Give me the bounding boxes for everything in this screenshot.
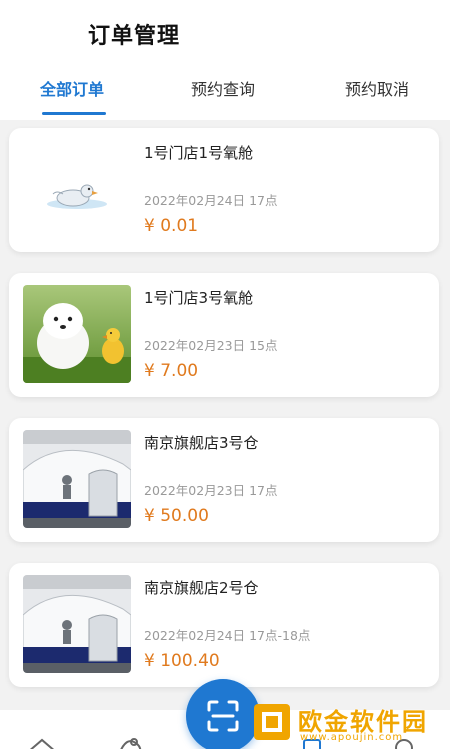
home-icon[interactable] xyxy=(26,736,58,749)
active-tab-indicator xyxy=(42,112,106,115)
toy-duck-image xyxy=(23,140,131,238)
order-card[interactable]: 南京旗舰店2号仓 2022年02月24日 17点-18点 ¥ 100.40 xyxy=(9,563,439,687)
watermark-url: www.apoujin.com xyxy=(300,732,404,743)
tab-booking-query[interactable]: 预约查询 xyxy=(191,76,255,100)
link-icon[interactable] xyxy=(116,736,146,749)
header: 订单管理 全部订单 预约查询 预约取消 xyxy=(0,0,450,120)
tab-bar: 全部订单 预约查询 预约取消 xyxy=(0,76,450,116)
order-date: 2022年02月24日 17点-18点 xyxy=(144,628,311,643)
watermark-logo: 欧金软件园 www.apoujin.com xyxy=(250,700,446,746)
order-name: 南京旗舰店2号仓 xyxy=(144,579,259,597)
order-name: 1号门店3号氧舱 xyxy=(144,289,254,307)
order-date: 2022年02月23日 15点 xyxy=(144,338,278,353)
tab-all-orders[interactable]: 全部订单 xyxy=(40,76,104,100)
order-date: 2022年02月24日 17点 xyxy=(144,193,278,208)
puppy-duckling-image xyxy=(23,285,131,383)
scan-icon xyxy=(205,698,241,738)
scan-button[interactable] xyxy=(186,679,260,749)
page-title: 订单管理 xyxy=(88,24,181,49)
order-card[interactable]: 南京旗舰店3号仓 2022年02月23日 17点 ¥ 50.00 xyxy=(9,418,439,542)
order-price: ¥ 0.01 xyxy=(144,216,199,236)
order-price: ¥ 100.40 xyxy=(144,651,220,671)
tab-booking-cancel[interactable]: 预约取消 xyxy=(345,76,409,100)
order-date: 2022年02月23日 17点 xyxy=(144,483,278,498)
order-price: ¥ 50.00 xyxy=(144,506,209,526)
order-card[interactable]: 1号门店3号氧舱 2022年02月23日 15点 ¥ 7.00 xyxy=(9,273,439,397)
order-card[interactable]: 1号门店1号氧舱 2022年02月24日 17点 ¥ 0.01 xyxy=(9,128,439,252)
oxygen-capsule-image xyxy=(23,430,131,528)
order-price: ¥ 7.00 xyxy=(144,361,199,381)
oxygen-capsule-image xyxy=(23,575,131,673)
order-name: 南京旗舰店3号仓 xyxy=(144,434,259,452)
watermark-emblem-icon xyxy=(252,702,292,746)
order-name: 1号门店1号氧舱 xyxy=(144,144,254,162)
